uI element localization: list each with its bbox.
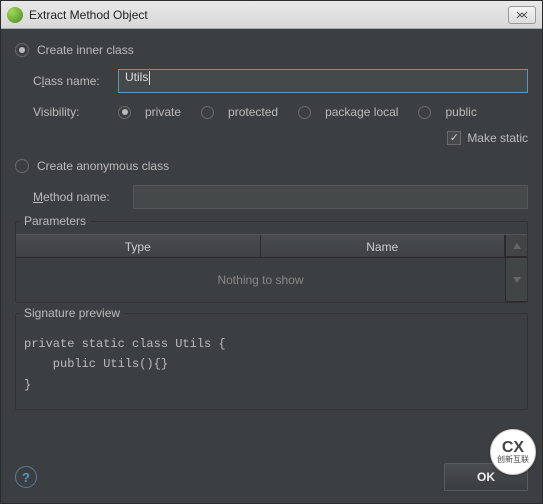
watermark-brand: 创新互联 (497, 456, 529, 464)
dialog-body: Create inner class Class name: Utils Vis… (1, 29, 542, 503)
visibility-public[interactable]: public (418, 105, 476, 119)
create-anonymous-class-label: Create anonymous class (37, 159, 169, 173)
move-down-button[interactable] (505, 258, 527, 302)
visibility-row: Visibility: private protected package lo… (33, 105, 528, 119)
method-name-row: Method name: (33, 185, 528, 209)
class-name-row: Class name: Utils (33, 69, 528, 93)
dialog-window: Extract Method Object Create inner class… (0, 0, 543, 504)
radio-icon (298, 106, 311, 119)
sig-line: private static class Utils { (24, 334, 519, 354)
visibility-package-local[interactable]: package local (298, 105, 398, 119)
parameters-section: Parameters Type Name Nothing to show (15, 221, 528, 303)
radio-icon (15, 159, 29, 173)
close-icon (516, 11, 528, 19)
make-static-label: Make static (467, 131, 528, 145)
close-button[interactable] (508, 6, 536, 24)
visibility-label: Visibility: (33, 105, 118, 119)
signature-preview-body: private static class Utils { public Util… (16, 326, 527, 409)
signature-preview-title: Signature preview (20, 306, 124, 320)
window-title: Extract Method Object (29, 8, 508, 22)
parameters-empty-text: Nothing to show (16, 258, 505, 302)
make-static-row[interactable]: Make static (33, 131, 528, 145)
method-name-label: Method name: (33, 190, 133, 204)
sig-line: public Utils(){} (24, 354, 519, 374)
arrow-up-icon (512, 241, 522, 251)
watermark-letters: CX (502, 440, 524, 456)
visibility-protected[interactable]: protected (201, 105, 278, 119)
bottom-bar: ? OK (15, 457, 528, 491)
radio-icon (118, 106, 131, 119)
signature-preview-section: Signature preview private static class U… (15, 313, 528, 410)
sig-line: } (24, 375, 519, 395)
checkbox-icon (447, 131, 461, 145)
titlebar[interactable]: Extract Method Object (1, 1, 542, 29)
help-button[interactable]: ? (15, 466, 37, 488)
create-inner-class-option[interactable]: Create inner class (15, 43, 528, 57)
visibility-private[interactable]: private (118, 105, 181, 119)
watermark-logo: CX 创新互联 (490, 429, 536, 475)
parameters-body: Nothing to show (16, 258, 527, 302)
radio-icon (201, 106, 214, 119)
visibility-group: private protected package local public (118, 105, 477, 119)
move-up-button[interactable] (505, 235, 527, 257)
arrow-down-icon (512, 275, 522, 285)
parameters-header: Type Name (16, 234, 527, 258)
create-inner-class-label: Create inner class (37, 43, 134, 57)
parameters-title: Parameters (20, 214, 90, 228)
class-name-label: Class name: (33, 74, 118, 88)
column-type[interactable]: Type (16, 235, 261, 257)
text-caret (149, 71, 150, 85)
method-name-input[interactable] (133, 185, 528, 209)
class-name-input[interactable]: Utils (118, 69, 528, 93)
create-anonymous-class-option[interactable]: Create anonymous class (15, 159, 528, 173)
radio-icon (15, 43, 29, 57)
column-name[interactable]: Name (261, 235, 506, 257)
app-icon (7, 7, 23, 23)
radio-icon (418, 106, 431, 119)
